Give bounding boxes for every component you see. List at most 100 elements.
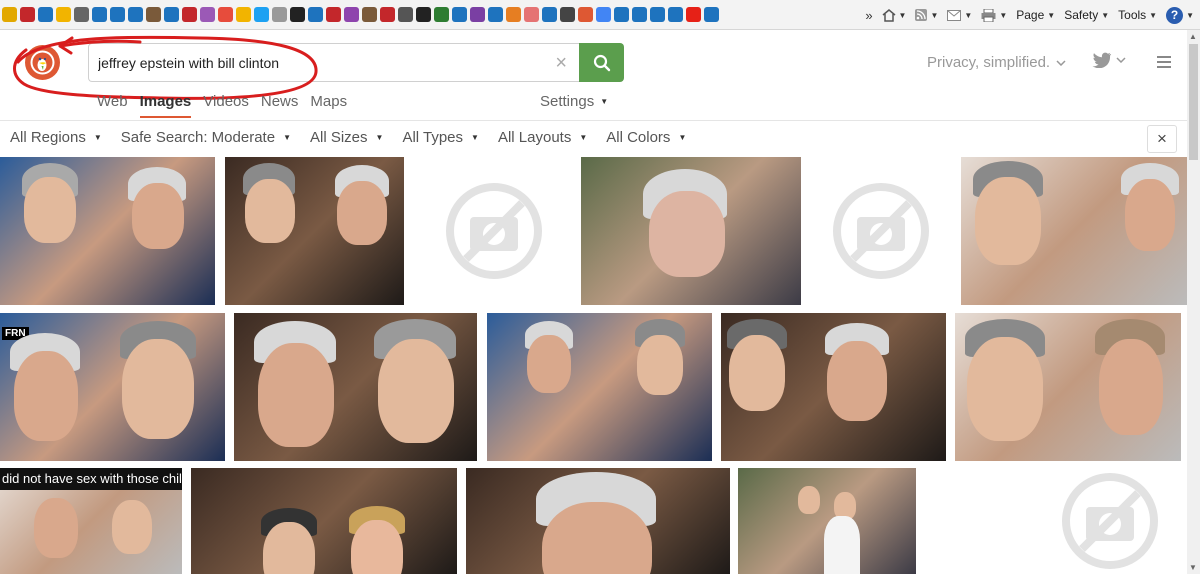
home-button[interactable]: ▼: [882, 8, 906, 22]
mail-button[interactable]: ▼: [947, 9, 972, 21]
mail-icon[interactable]: [488, 7, 503, 22]
ie-icon[interactable]: [38, 7, 53, 22]
w-icon[interactable]: [560, 7, 575, 22]
image-result[interactable]: did not have sex with those children.: [0, 468, 182, 574]
tools-menu[interactable]: Tools ▼: [1118, 8, 1157, 22]
ja-icon[interactable]: [506, 7, 521, 22]
close-filters-button[interactable]: ×: [1147, 125, 1177, 153]
image-result[interactable]: [738, 468, 916, 574]
search-button[interactable]: [579, 43, 624, 82]
tab-web[interactable]: Web: [97, 93, 128, 118]
image-result[interactable]: [487, 313, 712, 461]
image-result[interactable]: [961, 157, 1187, 305]
bulb-icon[interactable]: [56, 7, 71, 22]
youtube-icon[interactable]: [686, 7, 701, 22]
twitter-icon[interactable]: [254, 7, 269, 22]
tab-news[interactable]: News: [261, 93, 299, 118]
ie-icon[interactable]: [704, 7, 719, 22]
filter-size[interactable]: All Sizes ▼: [310, 129, 383, 146]
page-menu[interactable]: Page ▼: [1016, 8, 1055, 22]
image-placeholder[interactable]: [810, 157, 952, 305]
favorites-bar: [0, 7, 719, 22]
box-icon[interactable]: [218, 7, 233, 22]
camera-placeholder-icon: [833, 183, 929, 279]
ie-icon[interactable]: [164, 7, 179, 22]
target-icon[interactable]: [524, 7, 539, 22]
privacy-tagline-dropdown[interactable]: Privacy, simplified.: [927, 54, 1066, 71]
feeds-button[interactable]: ▼: [915, 9, 938, 21]
mail-icon: [947, 9, 962, 21]
link-icon[interactable]: [272, 7, 287, 22]
duck-icon[interactable]: [578, 7, 593, 22]
image-result[interactable]: FRN: [0, 313, 225, 461]
smile-icon[interactable]: [236, 7, 251, 22]
safety-menu[interactable]: Safety ▼: [1064, 8, 1109, 22]
help-menu[interactable]: ? ▼: [1166, 6, 1194, 24]
chevron-overflow-icon[interactable]: »: [865, 8, 872, 23]
image-result[interactable]: [191, 468, 457, 574]
ie-icon[interactable]: [668, 7, 683, 22]
image-placeholder[interactable]: [1033, 468, 1187, 574]
filter-region[interactable]: All Regions ▼: [10, 129, 102, 146]
star-icon[interactable]: [2, 7, 17, 22]
square-icon[interactable]: [416, 7, 431, 22]
face: [132, 183, 184, 249]
scroll-thumb[interactable]: [1189, 44, 1198, 160]
scroll-down-icon[interactable]: ▼: [1189, 563, 1197, 572]
duckduckgo-logo[interactable]: [25, 45, 60, 80]
ie-icon[interactable]: [650, 7, 665, 22]
k-icon[interactable]: [182, 7, 197, 22]
page-scrollbar[interactable]: ▲ ▼: [1187, 30, 1200, 574]
news-icon[interactable]: [20, 7, 35, 22]
filter-color-label: All Colors: [606, 129, 671, 146]
image-filters: All Regions ▼ Safe Search: Moderate ▼ All …: [10, 129, 686, 146]
filter-safe-search[interactable]: Safe Search: Moderate ▼: [121, 129, 291, 146]
clear-search-icon[interactable]: ×: [555, 52, 567, 75]
image-result[interactable]: [225, 157, 404, 305]
tab-videos[interactable]: Videos: [203, 93, 249, 118]
q-icon[interactable]: [290, 7, 305, 22]
menu-button[interactable]: [1157, 56, 1171, 71]
print-button[interactable]: ▼: [981, 8, 1007, 22]
face: [24, 177, 76, 243]
globe-icon[interactable]: [434, 7, 449, 22]
image-result[interactable]: [581, 157, 801, 305]
speech-icon[interactable]: [380, 7, 395, 22]
mail-icon[interactable]: [452, 7, 467, 22]
search-input[interactable]: [89, 44, 529, 81]
ie-icon[interactable]: [632, 7, 647, 22]
image-result[interactable]: [721, 313, 946, 461]
tools-menu-label: Tools: [1118, 8, 1147, 22]
google-icon[interactable]: [596, 7, 611, 22]
image-result[interactable]: [234, 313, 477, 461]
image-placeholder[interactable]: [423, 157, 564, 305]
filter-layout[interactable]: All Layouts ▼: [498, 129, 587, 146]
antler-icon[interactable]: [362, 7, 377, 22]
ie-icon[interactable]: [614, 7, 629, 22]
filter-color[interactable]: All Colors ▼: [606, 129, 686, 146]
page-menu-label: Page: [1016, 8, 1045, 22]
filter-layout-label: All Layouts: [497, 129, 572, 146]
image-result[interactable]: [0, 157, 215, 305]
question-icon[interactable]: [398, 7, 413, 22]
image-result[interactable]: [955, 313, 1181, 461]
ie-icon[interactable]: [92, 7, 107, 22]
ie-icon[interactable]: [308, 7, 323, 22]
ie-icon[interactable]: [128, 7, 143, 22]
twitter-dropdown[interactable]: [1092, 52, 1126, 68]
tab-images[interactable]: Images: [139, 93, 192, 118]
image-result[interactable]: [466, 468, 730, 574]
m-icon[interactable]: [326, 7, 341, 22]
m-icon[interactable]: [470, 7, 485, 22]
settings-dropdown[interactable]: Settings ▼: [540, 93, 608, 110]
circle-icon[interactable]: [146, 7, 161, 22]
ie-icon[interactable]: [542, 7, 557, 22]
play-icon[interactable]: [110, 7, 125, 22]
scroll-up-icon[interactable]: ▲: [1189, 32, 1197, 41]
v-icon[interactable]: [200, 7, 215, 22]
clip-icon[interactable]: [74, 7, 89, 22]
filter-type[interactable]: All Types ▼: [402, 129, 479, 146]
grid-icon[interactable]: [344, 7, 359, 22]
tab-maps[interactable]: Maps: [310, 93, 347, 118]
browser-window: » ▼ ▼ ▼ ▼ Page ▼ Safety ▼ Tools ▼ ? ▼ je…: [0, 0, 1200, 574]
